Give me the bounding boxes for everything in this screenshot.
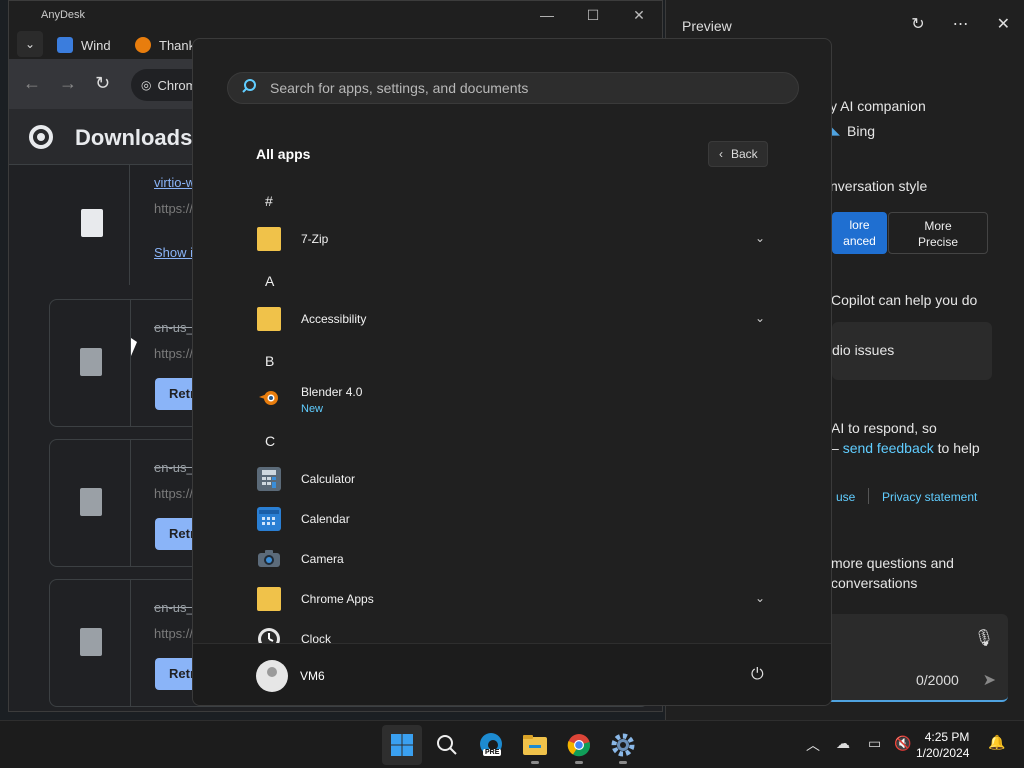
camera-icon [257,547,281,571]
taskbar-chrome-button[interactable] [559,725,599,765]
chevron-down-icon: ⌄ [754,231,765,245]
copilot-title: Preview [682,18,732,34]
show-hidden-icons-chevron-icon[interactable]: ︿ [806,735,820,755]
file-icon [81,209,103,237]
calculator-icon [257,467,281,491]
taskbar-settings-button[interactable] [603,725,643,765]
network-disconnected-icon[interactable]: ☁ [836,735,850,752]
group-header-hash[interactable]: # [265,193,273,209]
download-filename-link[interactable]: virtio-w [154,175,195,190]
edge-pre-badge: PRE [483,749,502,756]
chevron-down-icon: ⌄ [754,311,765,325]
windows-logo-icon [391,734,413,756]
list-item-chrome-apps[interactable]: Chrome Apps ⌄ [245,581,785,617]
taskbar-search-button[interactable] [427,725,467,765]
all-apps-title: All apps [256,146,311,162]
clock-icon [257,627,281,643]
file-icon [80,628,102,656]
list-item-camera[interactable]: Camera [245,541,785,577]
list-item-7zip[interactable]: 7-Zip ⌄ [245,221,785,257]
chrome-scheme-icon: ◎ [141,78,152,92]
refresh-icon[interactable]: ↻ [911,14,924,34]
download-url: https:// [154,486,194,501]
tab-search-chevron-icon[interactable]: ⌄ [17,31,43,57]
minimize-icon[interactable]: — [524,1,570,29]
group-header-b[interactable]: B [265,353,274,369]
group-header-c[interactable]: C [265,433,275,449]
search-icon [228,78,270,99]
file-icon [80,348,102,376]
search-icon [437,735,457,755]
folder-icon [257,307,281,331]
maximize-icon[interactable]: ☐ [570,1,616,29]
start-button[interactable] [382,725,422,765]
more-options-icon[interactable]: ⋯ [953,14,969,34]
clock-time: 4:25 PM [924,730,970,744]
start-footer: VM6 ⏻ [193,643,831,705]
download-url: https:// [154,346,194,361]
blender-site-icon [135,37,151,53]
download-filename: en-us_ [154,600,194,615]
folder-icon [257,227,281,251]
taskbar-edge-button[interactable]: PRE [471,725,511,765]
new-badge: New [301,403,324,415]
file-explorer-icon [523,735,547,755]
window-controls: — ☐ ✕ [524,1,662,29]
show-in-folder-link[interactable]: Show i [154,245,193,260]
search-input[interactable] [270,80,770,96]
list-item-blender[interactable]: Blender 4.0 New [245,379,785,415]
folder-icon [257,587,281,611]
download-url: https:// [154,626,194,641]
download-filename: en-us_ [154,460,194,475]
download-url: https:// [154,201,194,216]
back-arrow-icon[interactable]: ← [23,73,41,94]
caption-title: AnyDesk [41,9,86,21]
chrome-logo-icon [29,125,53,149]
copilot-header-actions: ↻ ⋯ ✕ [911,14,1010,34]
start-menu: All apps ‹ Back # 7-Zip ⌄ A Accessibilit… [192,38,832,706]
calendar-icon [257,507,281,531]
character-counter: 0/2000 [916,672,959,688]
chrome-icon [567,734,591,757]
list-item-calculator[interactable]: Calculator [245,461,785,497]
file-icon [80,488,102,516]
close-icon[interactable]: ✕ [616,1,662,29]
chevron-down-icon: ⌄ [754,591,765,605]
blender-icon [257,385,281,409]
reload-icon[interactable]: ↻ [95,73,110,94]
download-filename: en-us_ [154,320,194,335]
copilot-chat-input[interactable]: 🎙 0/2000 ➤ [822,614,1008,702]
power-icon[interactable]: ⏻ [751,666,764,684]
tab-thank[interactable]: Thank [135,33,195,57]
notification-bell-icon[interactable]: 🔔 [988,734,1005,751]
tab-windows[interactable]: Wind [57,33,111,57]
group-header-a[interactable]: A [265,273,274,289]
taskbar: PRE ︿ ☁ ▭ 🔇 4:25 PM 1/20/2024 🔔 [0,720,1024,768]
send-icon[interactable]: ➤ [983,670,996,690]
clock-date: 1/20/2024 [916,746,970,760]
list-item-clock[interactable]: Clock [245,621,785,643]
close-icon[interactable]: ✕ [997,14,1010,34]
system-clock[interactable]: 4:25 PM 1/20/2024 [916,729,969,761]
speaker-muted-icon[interactable]: 🔇 [894,735,911,752]
page-title: Downloads [75,125,193,150]
avatar[interactable] [256,660,288,692]
back-button[interactable]: ‹ Back [708,141,768,167]
gear-icon [611,733,635,757]
list-item-calendar[interactable]: Calendar [245,501,785,537]
list-item-accessibility[interactable]: Accessibility ⌄ [245,301,785,337]
windows-site-icon [57,37,73,53]
taskbar-explorer-button[interactable] [515,725,555,765]
window-caption: AnyDesk — ☐ ✕ [9,1,662,29]
microphone-icon[interactable]: 🎙 [974,628,994,648]
all-apps-list: # 7-Zip ⌄ A Accessibility ⌄ B Blender 4.… [193,179,831,643]
start-search-box[interactable] [227,72,799,104]
mouse-cursor-icon [131,338,137,356]
user-name[interactable]: VM6 [300,669,325,683]
chevron-left-icon: ‹ [719,147,723,161]
display-icon[interactable]: ▭ [868,735,881,752]
forward-arrow-icon[interactable]: → [59,73,77,94]
